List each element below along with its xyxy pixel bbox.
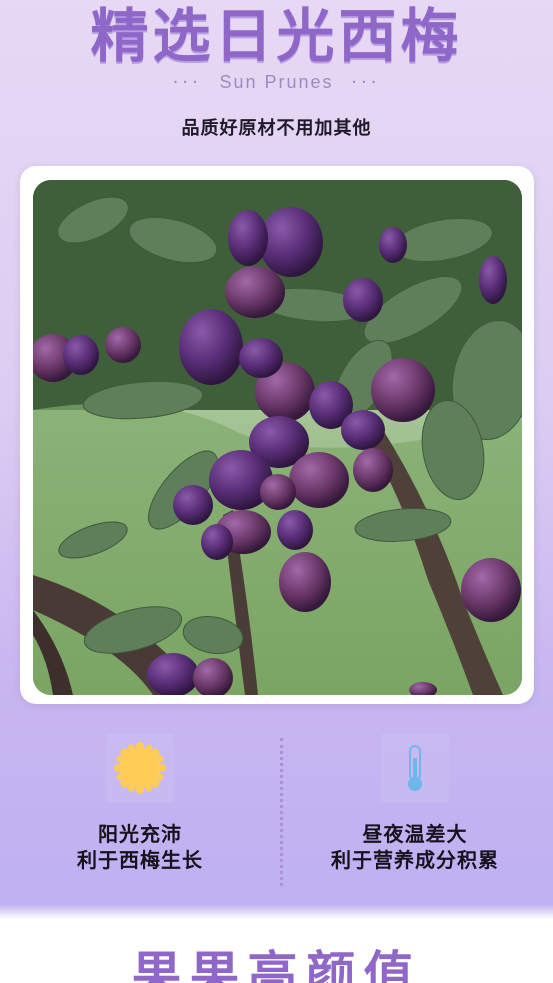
- section-title: 果果高颜值: [131, 946, 422, 983]
- subtitle-row: ··· Sun Prunes ···: [0, 72, 553, 93]
- plum-tree-photo: [33, 180, 522, 695]
- feature-temperature: 昼夜温差大 利于营养成分积累: [295, 733, 535, 873]
- feature-sunlight: 阳光充沛 利于西梅生长: [20, 733, 260, 873]
- tagline: 品质好原材不用加其他: [181, 118, 372, 139]
- feature-divider: [280, 738, 283, 886]
- subtitle-dots-left: ···: [172, 72, 202, 93]
- feature-temperature-line2: 利于营养成分积累: [331, 848, 499, 872]
- sun-icon: [114, 742, 166, 794]
- feature-sunlight-line2: 利于西梅生长: [77, 848, 203, 872]
- sun-icon-box: [105, 733, 175, 803]
- thermometer-icon-box: [380, 733, 450, 803]
- feature-temperature-line1: 昼夜温差大: [362, 822, 468, 846]
- thermometer-icon: [408, 745, 422, 791]
- page-title: 精选日光西梅: [90, 2, 463, 70]
- subtitle-text: Sun Prunes: [219, 72, 334, 92]
- feature-sunlight-line1: 阳光充沛: [98, 822, 182, 846]
- subtitle-dots-right: ···: [351, 72, 381, 93]
